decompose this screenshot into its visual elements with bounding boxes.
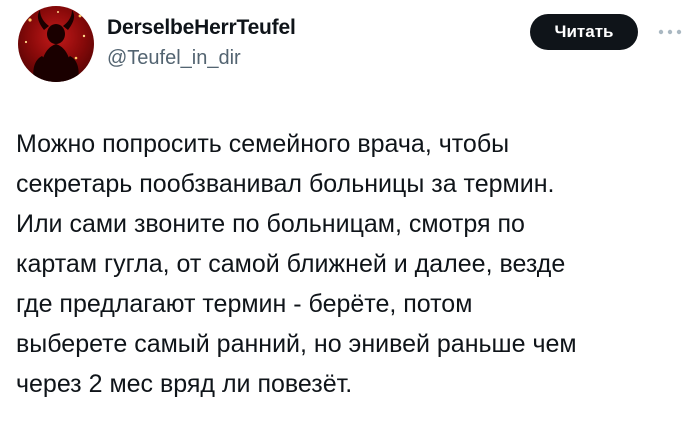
follow-button[interactable]: Читать [530, 14, 638, 50]
tweet-text-line: картам гугла, от самой ближней и далее, … [16, 250, 566, 278]
tweet-text-line: выберете самый ранний, но энивей раньше … [16, 330, 577, 358]
tweet-card: DerselbeHerrTeufel @Teufel_in_dir Читать… [0, 0, 700, 429]
tweet-text-line: Или сами звоните по больницам, смотря по [16, 210, 525, 238]
tweet-text-line: через 2 мес вряд ли повезёт. [16, 370, 353, 398]
author-handle[interactable]: @Teufel_in_dir [107, 46, 296, 70]
more-horizontal-icon [658, 29, 682, 35]
more-options-button[interactable] [650, 14, 690, 50]
tweet-text-line: где предлагают термин - берёте, потом [16, 290, 473, 318]
author-display-name[interactable]: DerselbeHerrTeufel [107, 16, 296, 40]
avatar[interactable] [18, 6, 94, 82]
tweet-text-line: Можно попросить семейного врача, чтобы [16, 130, 510, 158]
tweet-text: Можно попросить семейного врача, чтобы с… [16, 124, 686, 404]
tweet-text-line: секретарь пообзванивал больницы за терми… [16, 170, 555, 198]
author-info: DerselbeHerrTeufel @Teufel_in_dir [107, 16, 296, 70]
devil-silhouette-icon [24, 10, 86, 82]
